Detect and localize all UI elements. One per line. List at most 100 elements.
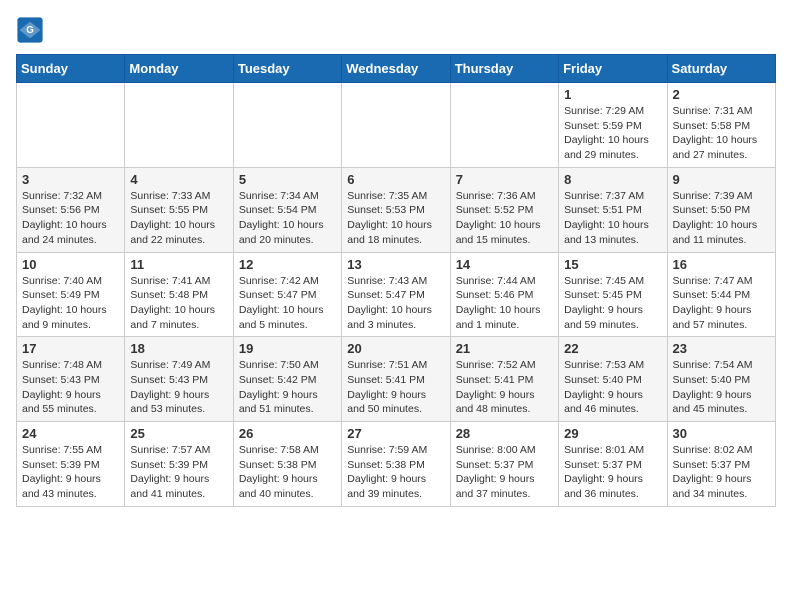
day-number: 8: [564, 172, 661, 187]
calendar-cell: [342, 83, 450, 168]
weekday-header: Friday: [559, 55, 667, 83]
calendar-cell: [450, 83, 558, 168]
calendar-cell: [125, 83, 233, 168]
calendar-cell: 15 Sunrise: 7:45 AM Sunset: 5:45 PM Dayli…: [559, 252, 667, 337]
calendar-cell: 23 Sunrise: 7:54 AM Sunset: 5:40 PM Dayli…: [667, 337, 775, 422]
calendar-week-row: 1 Sunrise: 7:29 AM Sunset: 5:59 PM Daylig…: [17, 83, 776, 168]
day-info: Sunrise: 7:40 AM Sunset: 5:49 PM Dayligh…: [22, 274, 119, 333]
weekday-header: Wednesday: [342, 55, 450, 83]
calendar-week-row: 24 Sunrise: 7:55 AM Sunset: 5:39 PM Dayli…: [17, 422, 776, 507]
day-number: 24: [22, 426, 119, 441]
calendar-cell: 27Sunrise: 7:59 AM Sunset: 5:38 PM Dayli…: [342, 422, 450, 507]
day-info: Sunrise: 8:00 AM Sunset: 5:37 PM Dayligh…: [456, 443, 553, 502]
calendar-cell: 21 Sunrise: 7:52 AM Sunset: 5:41 PM Dayli…: [450, 337, 558, 422]
calendar-week-row: 17 Sunrise: 7:48 AM Sunset: 5:43 PM Dayli…: [17, 337, 776, 422]
day-info: Sunrise: 7:48 AM Sunset: 5:43 PM Dayligh…: [22, 358, 119, 417]
calendar-cell: 19 Sunrise: 7:50 AM Sunset: 5:42 PM Dayli…: [233, 337, 341, 422]
day-info: Sunrise: 7:52 AM Sunset: 5:41 PM Dayligh…: [456, 358, 553, 417]
day-number: 28: [456, 426, 553, 441]
day-info: Sunrise: 7:55 AM Sunset: 5:39 PM Dayligh…: [22, 443, 119, 502]
calendar-cell: 7 Sunrise: 7:36 AM Sunset: 5:52 PM Daylig…: [450, 167, 558, 252]
calendar-cell: 20 Sunrise: 7:51 AM Sunset: 5:41 PM Dayli…: [342, 337, 450, 422]
weekday-header: Tuesday: [233, 55, 341, 83]
day-number: 30: [673, 426, 770, 441]
calendar-cell: 28 Sunrise: 8:00 AM Sunset: 5:37 PM Dayli…: [450, 422, 558, 507]
day-info: Sunrise: 7:31 AM Sunset: 5:58 PM Dayligh…: [673, 104, 770, 163]
day-number: 15: [564, 257, 661, 272]
calendar-cell: 25 Sunrise: 7:57 AM Sunset: 5:39 PM Dayli…: [125, 422, 233, 507]
day-number: 29: [564, 426, 661, 441]
page-header: G: [16, 16, 776, 44]
day-number: 19: [239, 341, 336, 356]
calendar-cell: 1 Sunrise: 7:29 AM Sunset: 5:59 PM Daylig…: [559, 83, 667, 168]
day-info: Sunrise: 7:49 AM Sunset: 5:43 PM Dayligh…: [130, 358, 227, 417]
day-info: Sunrise: 7:50 AM Sunset: 5:42 PM Dayligh…: [239, 358, 336, 417]
day-number: 12: [239, 257, 336, 272]
day-number: 21: [456, 341, 553, 356]
calendar-cell: 3Sunrise: 7:32 AM Sunset: 5:56 PM Daylig…: [17, 167, 125, 252]
day-info: Sunrise: 7:42 AM Sunset: 5:47 PM Dayligh…: [239, 274, 336, 333]
day-number: 23: [673, 341, 770, 356]
calendar-cell: 29 Sunrise: 8:01 AM Sunset: 5:37 PM Dayli…: [559, 422, 667, 507]
calendar-cell: 11 Sunrise: 7:41 AM Sunset: 5:48 PM Dayli…: [125, 252, 233, 337]
calendar-cell: [233, 83, 341, 168]
weekday-header: Thursday: [450, 55, 558, 83]
calendar-cell: 8 Sunrise: 7:37 AM Sunset: 5:51 PM Daylig…: [559, 167, 667, 252]
day-number: 20: [347, 341, 444, 356]
day-number: 13: [347, 257, 444, 272]
day-number: 25: [130, 426, 227, 441]
day-number: 1: [564, 87, 661, 102]
weekday-header: Sunday: [17, 55, 125, 83]
day-info: Sunrise: 7:37 AM Sunset: 5:51 PM Dayligh…: [564, 189, 661, 248]
calendar-cell: 5Sunrise: 7:34 AM Sunset: 5:54 PM Daylig…: [233, 167, 341, 252]
calendar-table: SundayMondayTuesdayWednesdayThursdayFrid…: [16, 54, 776, 507]
day-info: Sunrise: 7:44 AM Sunset: 5:46 PM Dayligh…: [456, 274, 553, 333]
logo-icon: G: [16, 16, 44, 44]
day-info: Sunrise: 8:02 AM Sunset: 5:37 PM Dayligh…: [673, 443, 770, 502]
calendar-cell: 17 Sunrise: 7:48 AM Sunset: 5:43 PM Dayli…: [17, 337, 125, 422]
day-number: 10: [22, 257, 119, 272]
day-info: Sunrise: 7:54 AM Sunset: 5:40 PM Dayligh…: [673, 358, 770, 417]
day-number: 22: [564, 341, 661, 356]
day-number: 4: [130, 172, 227, 187]
day-number: 9: [673, 172, 770, 187]
day-info: Sunrise: 8:01 AM Sunset: 5:37 PM Dayligh…: [564, 443, 661, 502]
calendar-week-row: 10 Sunrise: 7:40 AM Sunset: 5:49 PM Dayli…: [17, 252, 776, 337]
calendar-cell: 22 Sunrise: 7:53 AM Sunset: 5:40 PM Dayli…: [559, 337, 667, 422]
calendar-cell: 12 Sunrise: 7:42 AM Sunset: 5:47 PM Dayli…: [233, 252, 341, 337]
calendar-cell: 18Sunrise: 7:49 AM Sunset: 5:43 PM Dayli…: [125, 337, 233, 422]
logo: G: [16, 16, 48, 44]
calendar-header-row: SundayMondayTuesdayWednesdayThursdayFrid…: [17, 55, 776, 83]
day-info: Sunrise: 7:41 AM Sunset: 5:48 PM Dayligh…: [130, 274, 227, 333]
calendar-cell: 4 Sunrise: 7:33 AM Sunset: 5:55 PM Daylig…: [125, 167, 233, 252]
calendar-cell: 9 Sunrise: 7:39 AM Sunset: 5:50 PM Daylig…: [667, 167, 775, 252]
day-number: 16: [673, 257, 770, 272]
day-info: Sunrise: 7:32 AM Sunset: 5:56 PM Dayligh…: [22, 189, 119, 248]
day-info: Sunrise: 7:39 AM Sunset: 5:50 PM Dayligh…: [673, 189, 770, 248]
calendar-cell: 10 Sunrise: 7:40 AM Sunset: 5:49 PM Dayli…: [17, 252, 125, 337]
day-info: Sunrise: 7:36 AM Sunset: 5:52 PM Dayligh…: [456, 189, 553, 248]
day-number: 26: [239, 426, 336, 441]
calendar-cell: 6 Sunrise: 7:35 AM Sunset: 5:53 PM Daylig…: [342, 167, 450, 252]
day-number: 17: [22, 341, 119, 356]
calendar-cell: [17, 83, 125, 168]
day-info: Sunrise: 7:35 AM Sunset: 5:53 PM Dayligh…: [347, 189, 444, 248]
day-info: Sunrise: 7:34 AM Sunset: 5:54 PM Dayligh…: [239, 189, 336, 248]
day-info: Sunrise: 7:29 AM Sunset: 5:59 PM Dayligh…: [564, 104, 661, 163]
weekday-header: Saturday: [667, 55, 775, 83]
day-info: Sunrise: 7:59 AM Sunset: 5:38 PM Dayligh…: [347, 443, 444, 502]
day-number: 11: [130, 257, 227, 272]
day-info: Sunrise: 7:58 AM Sunset: 5:38 PM Dayligh…: [239, 443, 336, 502]
day-number: 6: [347, 172, 444, 187]
calendar-cell: 14Sunrise: 7:44 AM Sunset: 5:46 PM Dayli…: [450, 252, 558, 337]
day-number: 7: [456, 172, 553, 187]
day-info: Sunrise: 7:33 AM Sunset: 5:55 PM Dayligh…: [130, 189, 227, 248]
day-info: Sunrise: 7:43 AM Sunset: 5:47 PM Dayligh…: [347, 274, 444, 333]
calendar-cell: 26 Sunrise: 7:58 AM Sunset: 5:38 PM Dayli…: [233, 422, 341, 507]
svg-text:G: G: [26, 25, 34, 36]
day-info: Sunrise: 7:45 AM Sunset: 5:45 PM Dayligh…: [564, 274, 661, 333]
day-info: Sunrise: 7:57 AM Sunset: 5:39 PM Dayligh…: [130, 443, 227, 502]
day-info: Sunrise: 7:53 AM Sunset: 5:40 PM Dayligh…: [564, 358, 661, 417]
weekday-header: Monday: [125, 55, 233, 83]
day-info: Sunrise: 7:51 AM Sunset: 5:41 PM Dayligh…: [347, 358, 444, 417]
